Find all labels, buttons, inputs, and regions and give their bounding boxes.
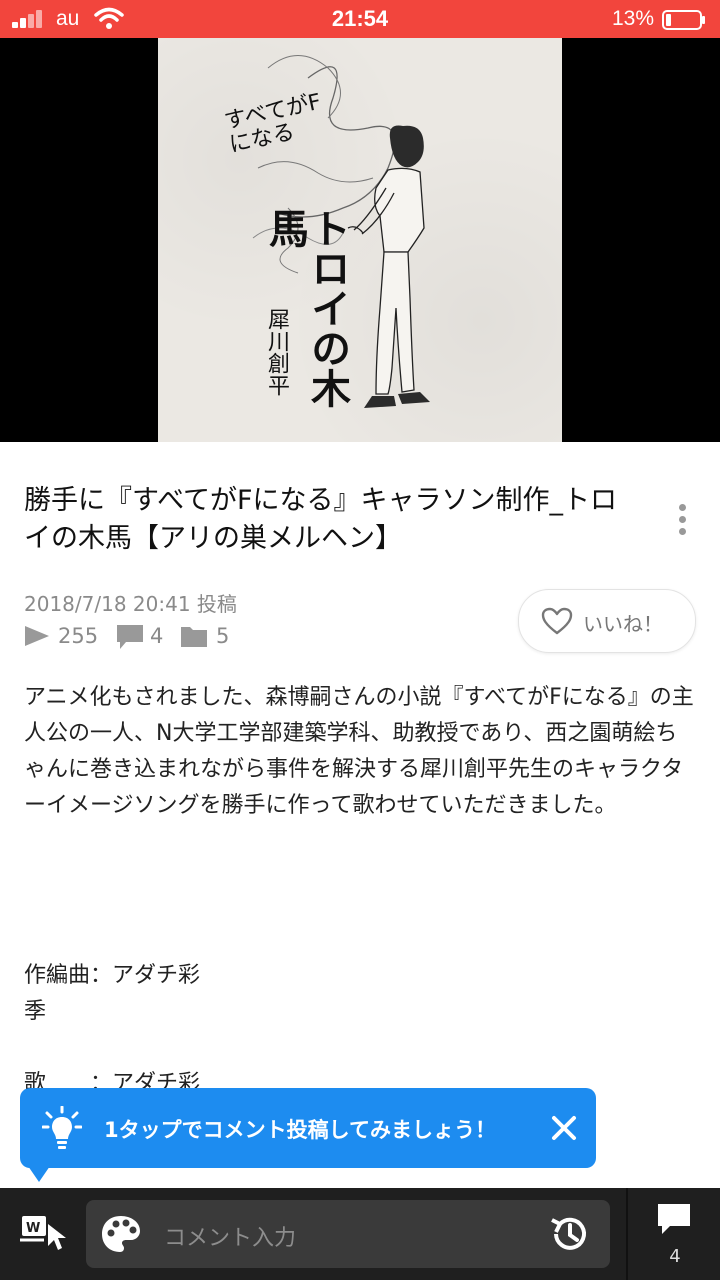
folder-icon (181, 627, 207, 647)
battery-icon (662, 10, 706, 30)
heart-icon (541, 607, 573, 635)
credit-line: 季 (24, 999, 47, 1024)
video-player[interactable]: すべてがFになる トロイの木馬 犀川創平 (0, 38, 720, 442)
palette-icon[interactable] (100, 1214, 142, 1254)
video-artwork: すべてがFになる トロイの木馬 犀川創平 (158, 38, 562, 442)
comment-input[interactable]: コメント入力 (86, 1200, 610, 1268)
comment-mode-icon[interactable]: W (18, 1210, 68, 1254)
comment-hint-text: 1タップでコメント投稿してみましょう！ (104, 1118, 496, 1142)
tooltip-pointer (28, 1166, 50, 1182)
like-button[interactable]: いいね！ (518, 589, 696, 653)
posted-date: 2018/7/18 20:41 投稿 (24, 592, 237, 616)
comment-icon (117, 625, 143, 649)
comment-hint-banner[interactable]: 1タップでコメント投稿してみましょう！ (20, 1088, 596, 1168)
status-bar: au 21:54 13% (0, 0, 720, 38)
more-options-icon[interactable] (672, 504, 692, 540)
like-label: いいね！ (583, 612, 663, 636)
comment-bubble-icon (658, 1204, 690, 1234)
play-icon (25, 626, 49, 646)
video-title: 勝手に『すべてがFになる』キャラソン制作_トロイの木馬【アリの巣メルヘン】 (24, 485, 618, 554)
credit-line: 作編曲：アダチ彩 (24, 963, 201, 988)
divider (626, 1188, 628, 1280)
artwork-song-text: トロイの木馬 (262, 208, 350, 408)
history-icon[interactable] (548, 1212, 592, 1256)
svg-text:W: W (26, 1221, 40, 1236)
comment-list-button[interactable]: 4 (640, 1188, 720, 1280)
close-icon[interactable] (550, 1114, 578, 1142)
battery-percent: 13% (611, 7, 654, 30)
lightbulb-icon (42, 1106, 82, 1149)
artwork-artist-text: 犀川創平 (264, 308, 289, 396)
comment-placeholder: コメント入力 (164, 1226, 297, 1251)
bottom-bar: W コメント入力 4 (0, 1188, 720, 1280)
comment-list-count: 4 (669, 1246, 681, 1267)
video-description: アニメ化もされました、森博嗣さんの小説『すべてがFになる』の主人公の一人、N大学… (24, 685, 694, 818)
